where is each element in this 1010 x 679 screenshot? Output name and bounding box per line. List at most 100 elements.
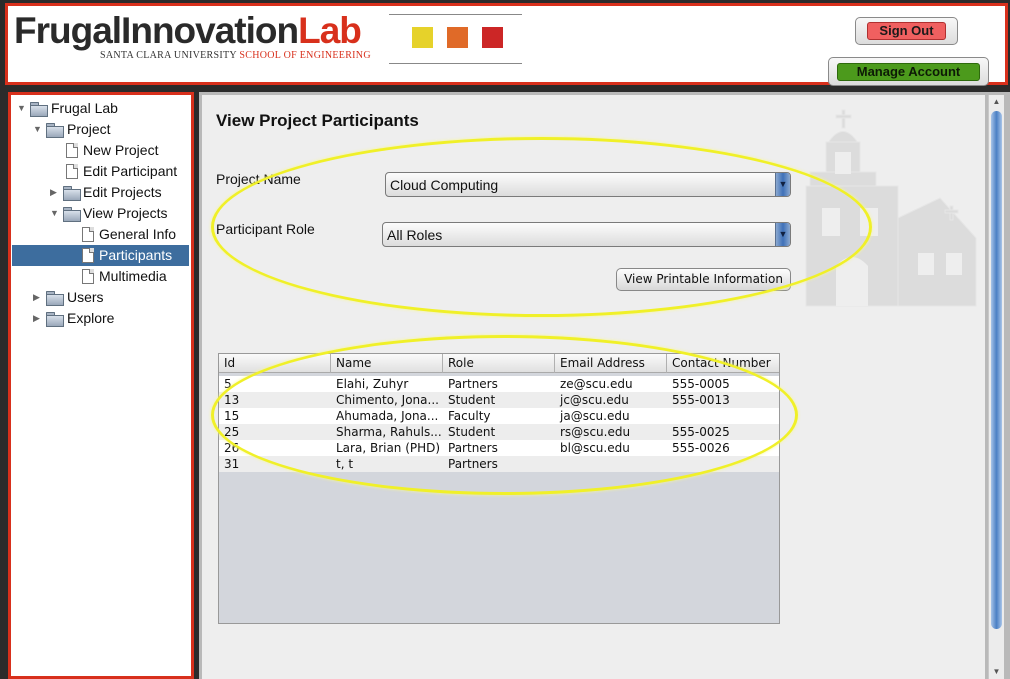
tree-item-multimedia[interactable]: Multimedia — [14, 266, 191, 287]
folder-icon — [30, 102, 48, 117]
cell-id: 25 — [224, 425, 240, 439]
tree-item-new-project[interactable]: New Project — [14, 140, 191, 161]
dropdown-arrow-icon[interactable]: ▼ — [775, 173, 790, 196]
expand-arrow-icon[interactable]: ▶ — [50, 182, 60, 203]
logo-divider-bottom — [389, 63, 522, 64]
tree-item-label: Edit Participant — [83, 163, 178, 179]
sign-out-button[interactable]: Sign Out — [855, 17, 958, 45]
tree-item-label: View Projects — [83, 205, 168, 221]
folder-icon — [46, 312, 64, 327]
tree-item-label: Frugal Lab — [51, 100, 118, 116]
column-header-email[interactable]: Email Address — [555, 354, 667, 373]
tree-item-general-info[interactable]: General Info — [14, 224, 191, 245]
logo-square-yellow — [412, 27, 433, 48]
scroll-up-icon[interactable]: ▲ — [989, 95, 1004, 109]
cell-role: Partners — [448, 457, 498, 471]
table-row[interactable]: 25 Sharma, Rahuls... Student rs@scu.edu … — [219, 424, 779, 440]
cell-role: Partners — [448, 377, 498, 391]
logo-main-text: FrugalInnovation — [14, 10, 299, 51]
document-icon — [82, 227, 94, 242]
cell-id: 26 — [224, 441, 240, 455]
table-row[interactable]: 15 Ahumada, Jona... Faculty ja@scu.edu — [219, 408, 779, 424]
page-title: View Project Participants — [216, 111, 419, 130]
cell-contact: 555-0005 — [672, 377, 730, 391]
logo-subtitle: SANTA CLARA UNIVERSITY SCHOOL OF ENGINEE… — [100, 50, 371, 61]
folder-icon — [46, 123, 64, 138]
column-header-id[interactable]: Id — [219, 354, 331, 373]
cell-email — [555, 456, 667, 472]
cell-role: Student — [448, 425, 496, 439]
cell-email: jc@scu.edu — [560, 393, 629, 407]
column-header-contact[interactable]: Contact Number — [667, 354, 779, 373]
logo-square-orange — [447, 27, 468, 48]
column-header-role[interactable]: Role — [443, 354, 555, 373]
participant-role-select[interactable]: All Roles ▼ — [382, 222, 791, 247]
navigation-tree: ▼ Frugal Lab ▼ Project New Project Edit … — [8, 92, 194, 679]
table-row[interactable]: 31 t, t Partners — [219, 456, 779, 472]
cell-email: rs@scu.edu — [560, 425, 631, 439]
cell-name: Sharma, Rahuls... — [336, 425, 442, 439]
cell-id: 15 — [224, 409, 240, 423]
table-row[interactable]: 5 Elahi, Zuhyr Partners ze@scu.edu 555-0… — [219, 376, 779, 392]
participant-role-value: All Roles — [387, 227, 443, 243]
cell-name: Elahi, Zuhyr — [336, 377, 409, 391]
expand-arrow-icon[interactable]: ▼ — [17, 98, 27, 119]
tree-item-label: Project — [67, 121, 111, 137]
scroll-down-icon[interactable]: ▼ — [989, 665, 1004, 679]
expand-arrow-icon[interactable]: ▼ — [50, 203, 60, 224]
tree-item-label: General Info — [99, 226, 177, 242]
logo-square-red — [482, 27, 503, 48]
tree-item-explore[interactable]: ▶ Explore — [14, 308, 191, 329]
tree-item-edit-projects[interactable]: ▶ Edit Projects — [14, 182, 191, 203]
vertical-scrollbar[interactable]: ▲ ▼ — [988, 95, 1004, 679]
logo-school-text: SANTA CLARA UNIVERSITY — [100, 50, 237, 61]
logo-lab-text: Lab — [298, 10, 362, 51]
cell-id: 5 — [224, 377, 232, 391]
cell-id: 31 — [224, 457, 240, 471]
table-row[interactable]: 13 Chimento, Jona... Student jc@scu.edu … — [219, 392, 779, 408]
tree-item-label: Multimedia — [99, 268, 167, 284]
cell-role: Faculty — [448, 409, 491, 423]
expand-arrow-icon[interactable]: ▼ — [33, 119, 43, 140]
participants-table: Id Name Role Email Address Contact Numbe… — [218, 353, 780, 624]
tree-item-view-projects[interactable]: ▼ View Projects — [14, 203, 191, 224]
document-icon — [82, 248, 94, 263]
tree-item-users[interactable]: ▶ Users — [14, 287, 191, 308]
tree-item-label: Users — [67, 289, 104, 305]
tree-item-frugal-lab[interactable]: ▼ Frugal Lab — [14, 98, 191, 119]
cell-contact: 555-0025 — [672, 425, 730, 439]
project-name-select[interactable]: Cloud Computing ▼ — [385, 172, 791, 197]
cell-name: Chimento, Jona... — [336, 393, 439, 407]
table-row[interactable]: 26 Lara, Brian (PHD) Partners bl@scu.edu… — [219, 440, 779, 456]
scroll-thumb[interactable] — [991, 111, 1002, 629]
column-header-name[interactable]: Name — [331, 354, 443, 373]
cell-role: Student — [448, 393, 496, 407]
manage-account-button[interactable]: Manage Account — [828, 57, 989, 86]
project-name-label: Project Name — [216, 171, 301, 187]
tree-item-edit-participant[interactable]: Edit Participant — [14, 161, 191, 182]
folder-icon — [46, 291, 64, 306]
cell-name: Lara, Brian (PHD) — [336, 441, 441, 455]
expand-arrow-icon[interactable]: ▶ — [33, 287, 43, 308]
cell-contact — [667, 408, 779, 424]
table-header: Id Name Role Email Address Contact Numbe… — [219, 354, 779, 373]
logo-title: FrugalInnovationLab — [14, 10, 362, 52]
logo-engineering-text: SCHOOL OF ENGINEERING — [239, 50, 371, 61]
tree-item-label: Explore — [67, 310, 115, 326]
folder-icon — [63, 207, 81, 222]
cell-name: t, t — [336, 457, 354, 471]
view-printable-button[interactable]: View Printable Information — [616, 268, 791, 291]
tree-item-project[interactable]: ▼ Project — [14, 119, 191, 140]
expand-arrow-icon[interactable]: ▶ — [33, 308, 43, 329]
cell-name: Ahumada, Jona... — [336, 409, 439, 423]
mission-church-watermark — [805, 109, 977, 307]
tree-item-label: Participants — [99, 247, 173, 263]
cell-role: Partners — [448, 441, 498, 455]
dropdown-arrow-icon[interactable]: ▼ — [775, 223, 790, 246]
project-name-value: Cloud Computing — [390, 177, 499, 193]
app-header: FrugalInnovationLab SANTA CLARA UNIVERSI… — [5, 3, 1008, 86]
tree-item-participants[interactable]: Participants — [12, 245, 189, 266]
logo-divider-top — [389, 14, 522, 15]
cell-email: ze@scu.edu — [560, 377, 633, 391]
sign-out-label: Sign Out — [867, 22, 946, 40]
